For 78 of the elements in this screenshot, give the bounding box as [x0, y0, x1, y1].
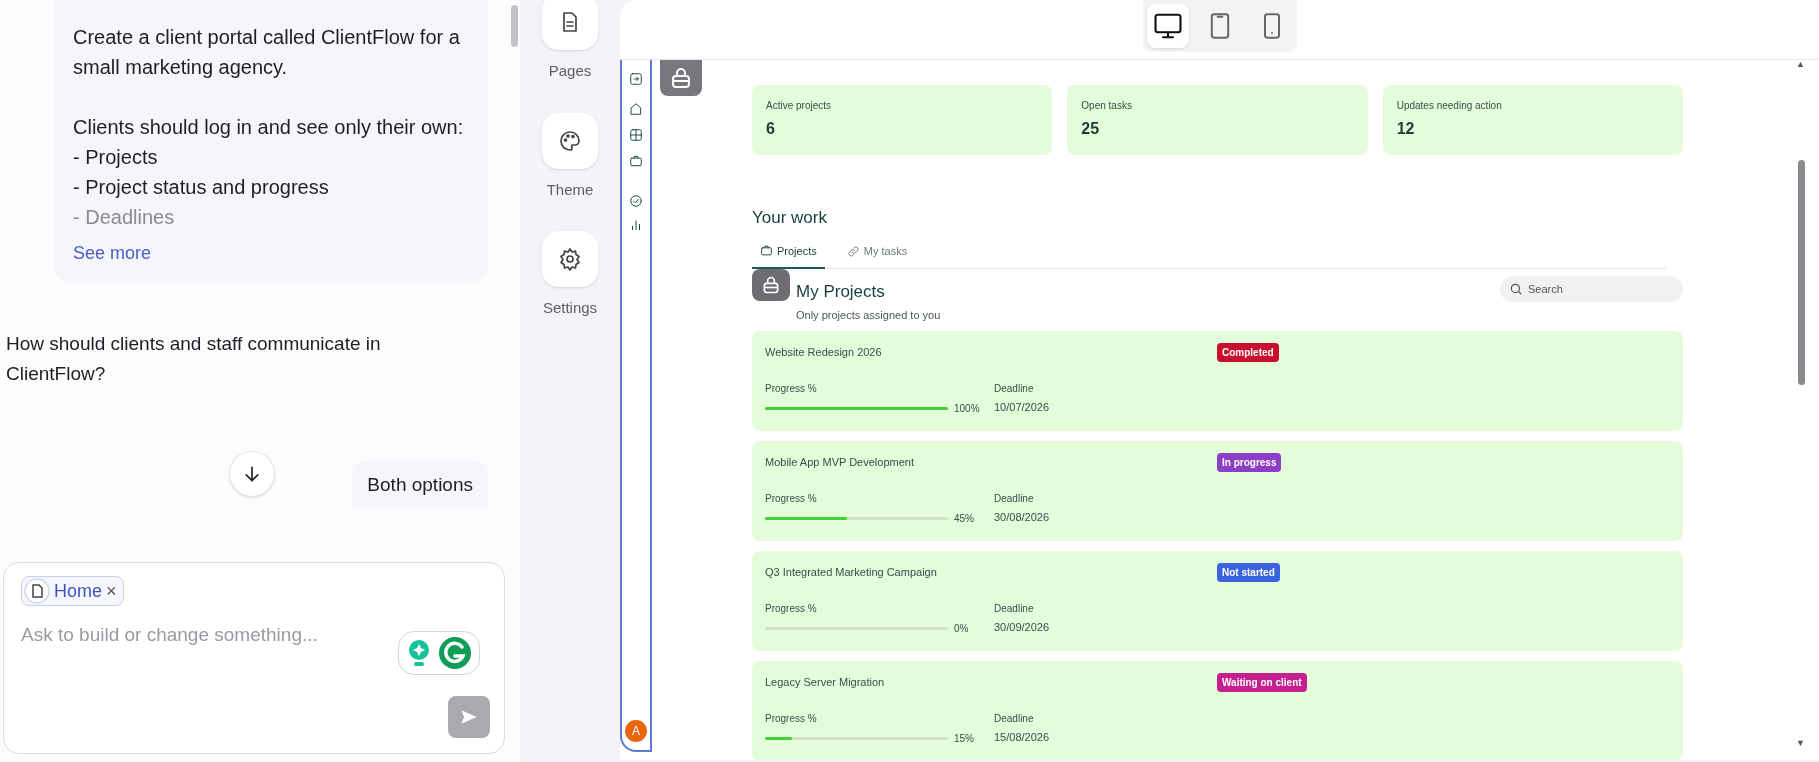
stat-value: 25	[1081, 119, 1101, 139]
tool-label: Pages	[548, 61, 592, 81]
lock-button[interactable]	[752, 269, 790, 301]
status-badge: Completed	[1217, 343, 1279, 362]
monitor-icon	[1152, 11, 1183, 41]
deadline-label: Deadline	[994, 492, 1035, 506]
home-icon[interactable]	[629, 102, 643, 116]
pages-button[interactable]	[542, 0, 598, 50]
project-name: Website Redesign 2026	[765, 345, 883, 361]
deadline-label: Deadline	[994, 602, 1035, 616]
lock-button[interactable]	[660, 60, 702, 96]
settings-button[interactable]	[542, 231, 598, 287]
device-toggle[interactable]	[1146, 4, 1189, 48]
progress-label: Progress %	[765, 712, 818, 726]
deadline-label: Deadline	[994, 712, 1035, 726]
see-more-link[interactable]: See more	[73, 240, 152, 267]
message-text: Clients should log in and see only their own: - Projects - Project status and progress	[73, 115, 465, 200]
deadline-label: Deadline	[994, 382, 1035, 396]
palette-icon	[558, 128, 582, 153]
writing-assistant-widget[interactable]	[398, 631, 480, 675]
progress-percent: 45%	[954, 512, 974, 526]
briefcase-icon[interactable]	[629, 154, 643, 168]
tool-label: Settings	[542, 298, 598, 318]
scroll-down-button[interactable]: ▼	[1796, 736, 1805, 750]
message-text: Create a client portal called ClientFlow for a small marketing agency.	[73, 25, 461, 80]
stat-value: 6	[766, 119, 776, 139]
chip-label: Home	[54, 579, 102, 603]
bar-chart-icon[interactable]	[629, 218, 643, 232]
project-name: Mobile App MVP Development	[765, 455, 915, 471]
progress-percent: 15%	[954, 732, 974, 746]
check-circle-icon[interactable]	[629, 194, 643, 208]
status-badge: Not started	[1217, 563, 1280, 582]
project-name: Q3 Integrated Marketing Campaign	[765, 565, 938, 581]
stat-label: Updates needing action	[1396, 99, 1503, 113]
status-badge: In progress	[1217, 453, 1282, 472]
theme-button[interactable]	[542, 112, 598, 169]
deadline-date: 30/09/2026	[994, 620, 1050, 635]
deadline-date: 30/08/2026	[994, 510, 1050, 525]
stat-value: 12	[1396, 119, 1416, 139]
tool-label: Theme	[546, 179, 594, 200]
section-heading: Your work	[752, 207, 828, 229]
arrow-down-icon	[242, 464, 262, 484]
settings-icon	[558, 247, 582, 271]
tab[interactable]: My tasks	[838, 242, 916, 268]
scroll-up-button[interactable]: ▲	[1796, 60, 1805, 72]
progress-percent: 100%	[954, 402, 980, 416]
deadline-date: 10/07/2026	[994, 400, 1050, 415]
scrollbar-thumb[interactable]	[1798, 160, 1805, 385]
assistant-message: How should clients and staff communicate in ClientFlow?	[6, 332, 382, 386]
document-icon	[24, 578, 50, 604]
progress-percent: 0%	[954, 622, 969, 636]
project-name: Legacy Server Migration	[765, 675, 886, 691]
progress-label: Progress %	[765, 492, 818, 506]
page-chip[interactable]: Home ×	[21, 576, 124, 606]
search-icon	[1509, 282, 1523, 296]
expand-icon[interactable]	[629, 72, 643, 86]
stat-label: Open tasks	[1081, 99, 1133, 113]
grid-icon[interactable]	[629, 128, 643, 142]
assistant-icon	[438, 636, 472, 670]
link-icon	[846, 244, 860, 258]
stat-label: Active projects	[766, 99, 833, 113]
progress-label: Progress %	[765, 602, 818, 616]
list-subtitle: Only projects assigned to you	[796, 307, 941, 323]
lock-icon	[669, 66, 693, 90]
message-input[interactable]: Ask to build or change something...	[21, 621, 381, 650]
scroll-down-button[interactable]	[229, 451, 275, 497]
lightbulb-icon	[406, 638, 432, 668]
search-field[interactable]: Search	[1500, 276, 1683, 302]
briefcase-icon	[760, 244, 773, 258]
lock-icon	[761, 275, 781, 295]
list-heading: My Projects	[796, 281, 885, 303]
faded-message-text: - Deadlines	[73, 205, 176, 230]
remove-chip-button[interactable]: ×	[106, 582, 117, 600]
status-badge: Waiting on client	[1217, 673, 1307, 692]
user-message: Both options	[352, 460, 488, 510]
deadline-date: 15/08/2026	[994, 730, 1050, 745]
progress-label: Progress %	[765, 382, 818, 396]
scrollbar-thumb[interactable]	[511, 5, 518, 47]
